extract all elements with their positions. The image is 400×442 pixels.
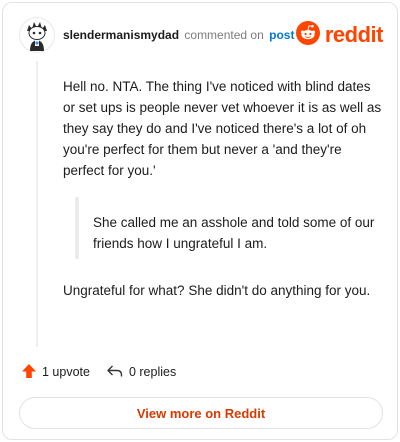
upvote-arrow-icon — [21, 363, 37, 382]
comment-actions: 1 upvote 0 replies — [21, 362, 176, 382]
comment-byline: slendermanismydad commented on post — [63, 28, 294, 42]
comment-header: slendermanismydad commented on post redd… — [19, 17, 384, 55]
replies-button[interactable]: 0 replies — [106, 363, 176, 382]
post-link[interactable]: post — [269, 28, 294, 42]
reddit-brand[interactable]: reddit — [295, 20, 384, 50]
upvote-button[interactable]: 1 upvote — [21, 363, 90, 382]
view-more-button[interactable]: View more on Reddit — [19, 397, 383, 429]
replies-count: 0 replies — [128, 365, 177, 379]
upvote-count: 1 upvote — [42, 365, 90, 379]
reply-arrow-icon — [106, 363, 124, 382]
comment-quote: She called me an asshole and told some o… — [75, 197, 375, 259]
username[interactable]: slendermanismydad — [63, 28, 179, 42]
comment-action-text: commented on — [184, 28, 264, 42]
snoo-avatar-icon[interactable] — [19, 17, 55, 53]
comment-paragraph-2: Ungrateful for what? She didn't do anyth… — [63, 283, 371, 298]
comment-paragraph-1: Hell no. NTA. The thing I've noticed wit… — [63, 79, 382, 178]
embedded-comment-card: slendermanismydad commented on post redd… — [2, 2, 398, 440]
reddit-logo-icon — [295, 20, 320, 50]
thread-line — [36, 61, 38, 347]
reddit-wordmark: reddit — [324, 22, 384, 47]
quote-text: She called me an asshole and told some o… — [93, 215, 375, 251]
